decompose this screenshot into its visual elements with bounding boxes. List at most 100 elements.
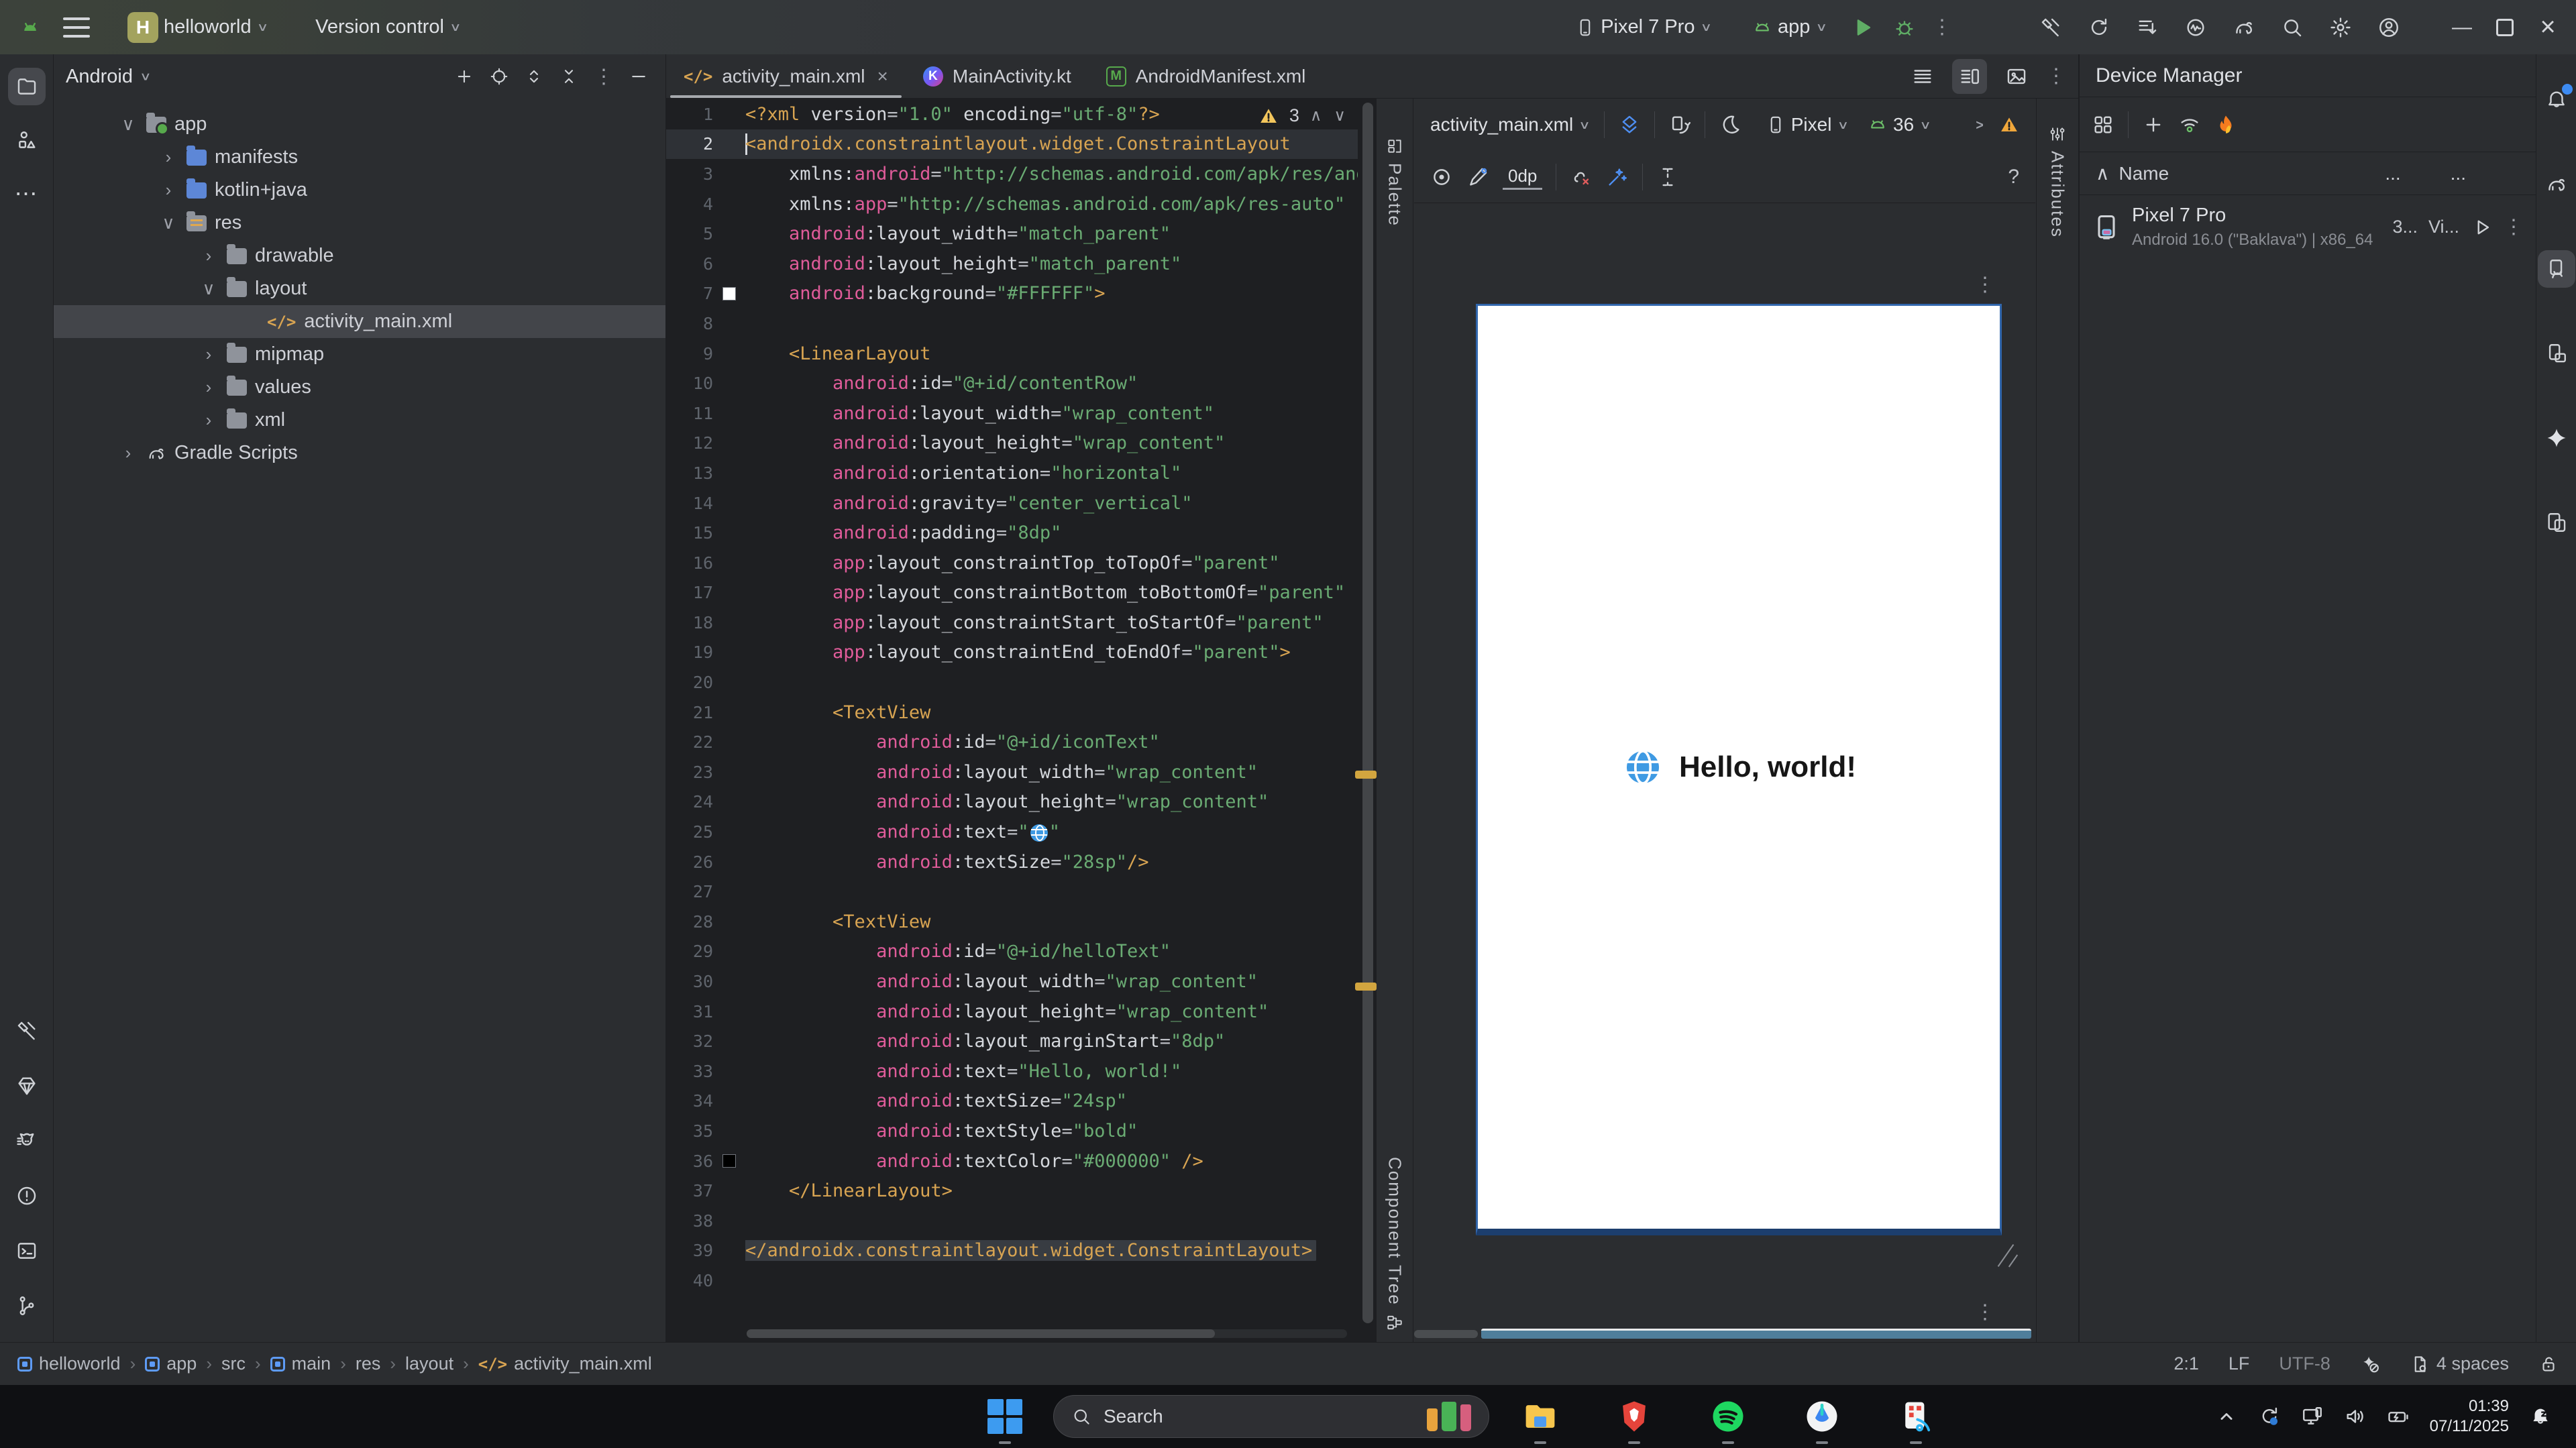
code-line[interactable]: 29 android:id="@+id/helloText" <box>666 937 1358 967</box>
file-encoding[interactable]: UTF-8 <box>2279 1353 2330 1374</box>
expand-chevron-icon[interactable]: › <box>118 443 138 463</box>
tool-window-resource-manager[interactable] <box>8 121 46 159</box>
project-add-button[interactable] <box>449 62 479 91</box>
default-margin-button[interactable]: 0dp <box>1503 164 1543 190</box>
expand-chevron-icon[interactable]: › <box>199 344 219 365</box>
breadcrumb-item-activity-main-xml[interactable]: </> activity_main.xml <box>478 1353 652 1374</box>
expand-chevron-icon[interactable]: › <box>158 147 178 168</box>
code-line[interactable]: 22 android:id="@+id/iconText" <box>666 727 1358 757</box>
expand-chevron-icon[interactable]: › <box>199 377 219 398</box>
tool-window-more[interactable]: ⋯ <box>8 175 46 213</box>
editor-options-button[interactable]: ⋮ <box>2046 64 2066 88</box>
code-line[interactable]: 36 android:textColor="#000000" /> <box>666 1146 1358 1176</box>
design-surface-button[interactable] <box>1618 113 1641 136</box>
tree-item-app[interactable]: ∨ app <box>54 108 665 141</box>
breadcrumb-item-app[interactable]: app <box>145 1353 197 1374</box>
tool-window-emulator[interactable] <box>2538 504 2575 541</box>
indent-setting[interactable]: 4 spaces <box>2410 1353 2509 1374</box>
design-surface[interactable]: ⋮ Hello, world! ⋮ <box>1414 203 2035 1342</box>
project-hide-button[interactable] <box>624 62 653 91</box>
tree-item-mipmap[interactable]: › mipmap <box>54 338 665 371</box>
code-line[interactable]: 26 android:textSize="28sp"/> <box>666 847 1358 877</box>
code-line[interactable]: 17 app:layout_constraintBottom_toBottomO… <box>666 578 1358 608</box>
run-configuration-dropdown[interactable]: app ∨ <box>1752 16 1827 38</box>
tree-item-res[interactable]: ∨ res <box>54 207 665 239</box>
more-run-options-button[interactable]: ⋮ <box>1932 15 1952 39</box>
breadcrumb-item-main[interactable]: main <box>270 1353 331 1374</box>
ai-assistant-status-icon[interactable] <box>2360 1354 2380 1374</box>
tray-sync[interactable] <box>2258 1405 2281 1428</box>
code-line[interactable]: 31 android:layout_height="wrap_content" <box>666 997 1358 1027</box>
main-menu-button[interactable] <box>63 17 90 38</box>
tree-item-kotlin-java[interactable]: › kotlin+java <box>54 174 665 207</box>
layout-warnings-button[interactable] <box>1999 115 2019 135</box>
devmgr-add-device-button[interactable] <box>2142 113 2165 136</box>
code-line[interactable]: 32 android:layout_marginStart="8dp" <box>666 1026 1358 1056</box>
titlebar-sync-button[interactable] <box>2088 16 2110 39</box>
devmgr-device-grid-button[interactable] <box>2092 113 2114 136</box>
design-file-selector[interactable]: activity_main.xml ∨ <box>1430 114 1591 135</box>
code-line[interactable]: 11 android:layout_width="wrap_content" <box>666 398 1358 429</box>
next-problem-button[interactable]: ∨ <box>1334 106 1346 125</box>
taskbar-clock[interactable]: 01:39 07/11/2025 <box>2430 1396 2509 1437</box>
project-collapse-all-button[interactable] <box>554 62 584 91</box>
collapse-chevron-icon[interactable]: ∨ <box>158 213 178 233</box>
code-line[interactable]: 15 android:padding="8dp" <box>666 518 1358 548</box>
tree-item-manifests[interactable]: › manifests <box>54 141 665 174</box>
debug-button[interactable] <box>1893 16 1916 39</box>
expand-chevron-icon[interactable]: › <box>199 245 219 266</box>
taskbar-snipping[interactable] <box>1894 1395 1937 1444</box>
code-line[interactable]: 27 <box>666 877 1358 907</box>
prev-problem-button[interactable]: ∧ <box>1310 106 1322 125</box>
run-button[interactable] <box>1851 16 1874 39</box>
project-locate-button[interactable] <box>484 62 514 91</box>
color-preview-swatch[interactable] <box>722 1154 736 1168</box>
code-line[interactable]: 35 android:textStyle="bold" <box>666 1116 1358 1146</box>
code-line[interactable]: 25 android:text=" " <box>666 817 1358 847</box>
component-tree-tab[interactable]: Component Tree <box>1377 1157 1413 1331</box>
tool-window-git[interactable] <box>8 1287 46 1325</box>
night-mode-button[interactable] <box>1719 113 1741 136</box>
tree-item-values[interactable]: › values <box>54 371 665 404</box>
tree-item-gradle-scripts[interactable]: › Gradle Scripts <box>54 437 665 469</box>
code-line[interactable]: 7 android:background="#FFFFFF"> <box>666 279 1358 309</box>
project-kebab-button[interactable]: ⋮ <box>589 62 619 91</box>
lock-icon[interactable] <box>2538 1354 2559 1374</box>
tool-window-gradle[interactable] <box>2538 166 2575 203</box>
titlebar-account-button[interactable] <box>2377 16 2400 39</box>
device-row[interactable]: Pixel 7 Pro Android 16.0 ("Baklava") | x… <box>2080 195 2536 259</box>
infer-constraints-button[interactable] <box>1606 166 1629 188</box>
tool-window-app-quality-insights[interactable] <box>8 1067 46 1105</box>
preview-menu-button[interactable]: ⋮ <box>1975 273 1995 296</box>
code-line[interactable]: 39 </androidx.constraintlayout.widget.Con… <box>666 1236 1358 1266</box>
titlebar-build-button[interactable] <box>2039 16 2062 39</box>
device-menu-button[interactable]: ⋮ <box>2504 215 2524 239</box>
titlebar-search-button[interactable] <box>2281 16 2304 39</box>
device-for-preview-button[interactable]: Pixel ∨ <box>1766 114 1849 135</box>
code-line[interactable]: 34 android:textSize="24sp" <box>666 1087 1358 1117</box>
code-line[interactable]: 20 <box>666 667 1358 698</box>
tree-item-drawable[interactable]: › drawable <box>54 239 665 272</box>
code-line[interactable]: 40 <box>666 1266 1358 1296</box>
tree-item-xml[interactable]: › xml <box>54 404 665 437</box>
devmgr-pair-wifi-button[interactable] <box>2178 113 2201 136</box>
taskbar-explorer[interactable] <box>1519 1395 1562 1444</box>
code-line[interactable]: 8 <box>666 309 1358 339</box>
orientation-button[interactable] <box>1668 113 1691 136</box>
tool-window-gemini[interactable] <box>2538 419 2575 457</box>
code-line[interactable]: 21 <TextView <box>666 698 1358 728</box>
editor-vertical-scrollbar[interactable] <box>1362 103 1373 1323</box>
tool-window-terminal[interactable] <box>8 1232 46 1270</box>
tree-item-layout[interactable]: ∨ layout <box>54 272 665 305</box>
guideline-button[interactable] <box>1656 166 1679 188</box>
code-line[interactable]: 33 android:text="Hello, world!" <box>666 1056 1358 1087</box>
tool-window-problems[interactable] <box>8 1177 46 1215</box>
preview-resize-handle[interactable] <box>1992 1241 2023 1272</box>
code-line[interactable]: 38 <box>666 1206 1358 1236</box>
minimize-button[interactable]: — <box>2440 6 2483 49</box>
start-device-button[interactable] <box>2470 216 2493 239</box>
tool-window-logcat[interactable] <box>8 1122 46 1160</box>
attributes-tab[interactable]: Attributes <box>2037 125 2078 238</box>
titlebar-settings-button[interactable] <box>2329 16 2352 39</box>
line-ending[interactable]: LF <box>2229 1353 2250 1374</box>
